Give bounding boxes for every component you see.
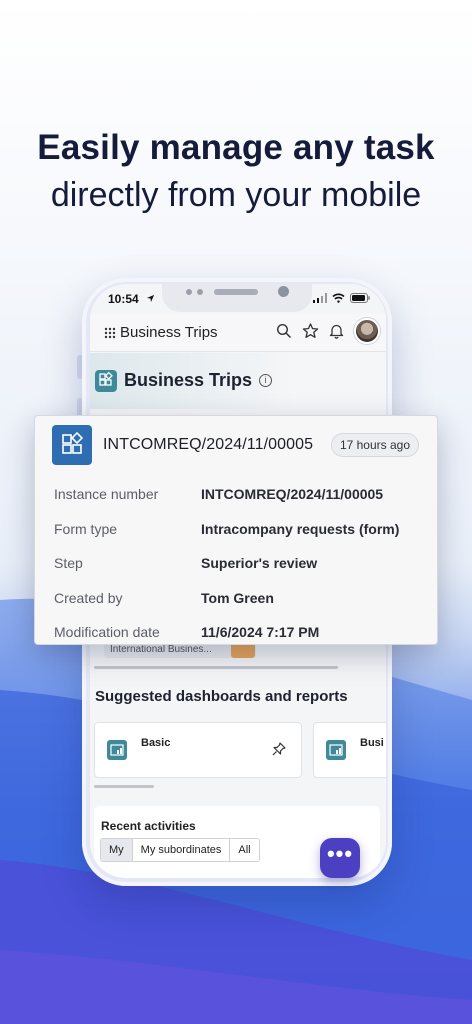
dashboard-card-label: Busi [360, 737, 384, 749]
detail-label: Step [54, 555, 83, 571]
task-detail-popup[interactable]: INTCOMREQ/2024/11/00005 17 hours ago Ins… [34, 415, 438, 645]
app-bar-title[interactable]: Business Trips [120, 324, 218, 341]
dashboard-card[interactable]: Busi [313, 722, 386, 778]
search-icon[interactable] [276, 323, 292, 339]
detail-label: Created by [54, 590, 123, 606]
horizontal-scrollbar[interactable] [94, 785, 154, 788]
wifi-icon [332, 293, 345, 303]
popup-title: INTCOMREQ/2024/11/00005 [103, 436, 314, 453]
status-icons [313, 293, 370, 303]
headline-line-2: directly from your mobile [50, 176, 422, 214]
sensor-dot [197, 289, 203, 295]
app-bar-tools [276, 318, 380, 344]
bell-icon[interactable] [329, 323, 344, 339]
widgets-icon [99, 371, 113, 386]
dashboard-card-label: Basic [141, 737, 171, 749]
signal-icon [313, 293, 327, 303]
app-grid-icon[interactable] [104, 327, 116, 339]
info-icon[interactable]: i [259, 374, 272, 387]
age-badge: 17 hours ago [330, 433, 419, 457]
detail-value: 11/6/2024 7:17 PM [201, 624, 320, 640]
horizontal-scrollbar[interactable] [94, 666, 338, 669]
marketing-headline: Easily manage any task directly from you… [0, 126, 472, 217]
detail-value: Tom Green [201, 590, 274, 606]
segment-my[interactable]: My [101, 839, 133, 861]
detail-label: Instance number [54, 486, 159, 502]
recent-filter-segmented-control: My My subordinates All [100, 838, 260, 862]
speaker-bar [214, 289, 258, 295]
app-bar: Business Trips [90, 314, 386, 352]
pin-icon[interactable] [271, 741, 287, 757]
detail-value: Superior's review [201, 555, 318, 571]
detail-value: INTCOMREQ/2024/11/00005 [201, 486, 384, 502]
star-icon[interactable] [302, 323, 319, 339]
page-title: Business Trips [124, 370, 253, 390]
camera-dot [278, 286, 289, 297]
status-time: 10:54 [108, 292, 139, 306]
recent-activities-title: Recent activities [101, 819, 196, 833]
segment-all[interactable]: All [230, 839, 259, 861]
location-arrow-icon [146, 294, 155, 303]
dynamic-island [162, 284, 312, 312]
detail-value: Intracompany requests (form) [201, 521, 400, 537]
business-trips-logo [95, 370, 117, 392]
more-actions-button[interactable]: ••• [320, 838, 360, 878]
dashboard-icon [107, 740, 127, 760]
more-icon: ••• [326, 841, 354, 866]
widgets-icon [62, 431, 84, 454]
form-type-icon [52, 425, 92, 465]
avatar[interactable] [354, 318, 380, 344]
segment-my-subordinates[interactable]: My subordinates [132, 839, 231, 861]
dashboards-section-title: Suggested dashboards and reports [95, 688, 348, 705]
headline-line-1: Easily manage any task [37, 128, 435, 167]
detail-label: Form type [54, 521, 118, 537]
dashboard-icon [326, 740, 346, 760]
sensor-dot [186, 289, 192, 295]
page-header: Business Trips i [90, 353, 386, 409]
status-bar: 10:54 [90, 284, 386, 314]
detail-label: Modification date [54, 624, 160, 640]
battery-icon [350, 293, 370, 303]
dashboard-card[interactable]: Basic [94, 722, 302, 778]
